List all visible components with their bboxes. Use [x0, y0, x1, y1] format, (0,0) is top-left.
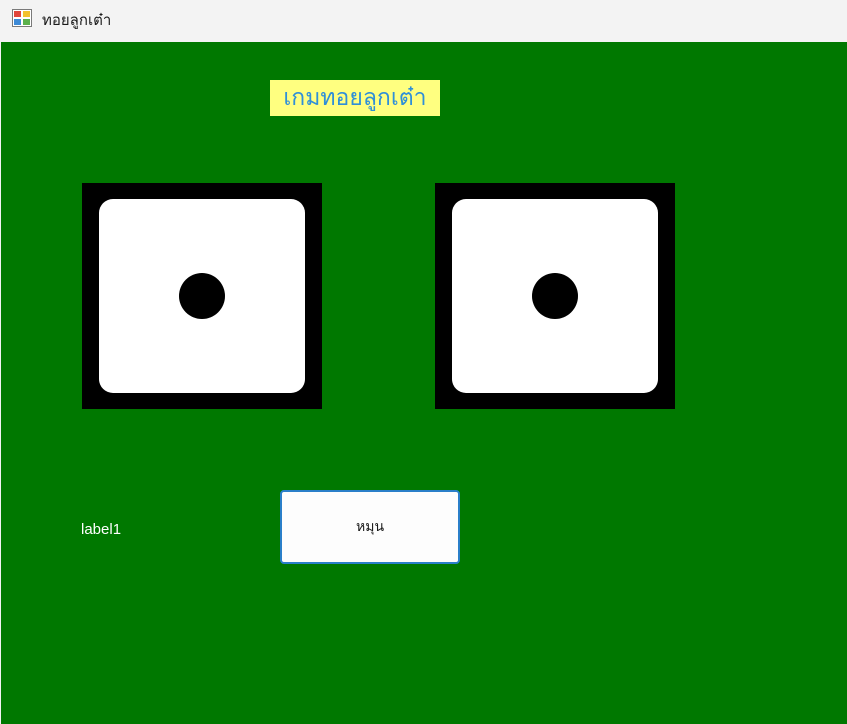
result-label: label1	[81, 521, 122, 538]
title-bar[interactable]: ทอยลูกเต๋า	[0, 0, 847, 42]
die-right	[435, 183, 675, 409]
die-left	[82, 183, 322, 409]
app-window: ทอยลูกเต๋า เกมทอยลูกเต๋า label1 หมุน	[0, 0, 847, 724]
game-heading: เกมทอยลูกเต๋า	[270, 80, 440, 116]
app-icon	[12, 9, 32, 27]
die-face-left	[99, 199, 305, 393]
die-pip-right	[532, 273, 578, 319]
window-title: ทอยลูกเต๋า	[42, 11, 112, 29]
die-face-right	[452, 199, 658, 393]
die-pip-left	[179, 273, 225, 319]
spin-button[interactable]: หมุน	[280, 490, 460, 564]
form-client-area: เกมทอยลูกเต๋า label1 หมุน	[1, 42, 847, 724]
